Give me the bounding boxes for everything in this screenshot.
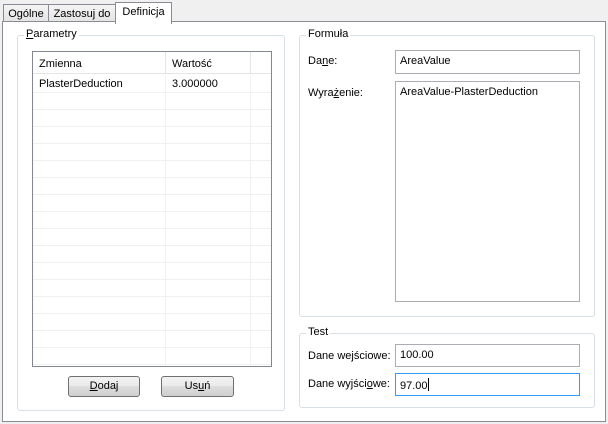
- cell-wartosc: 3.000000: [166, 76, 251, 93]
- empty-row: [33, 297, 271, 314]
- parameters-list[interactable]: Zmienna Wartość PlasterDeduction 3.00000…: [32, 51, 272, 367]
- column-header-empty: [251, 52, 271, 74]
- input-data-label: Dane wejściowe:: [308, 350, 391, 362]
- tab-panel-definicja: Parametry Zmienna Wartość PlasterDeducti…: [2, 21, 606, 422]
- empty-row: [33, 110, 271, 127]
- table-row[interactable]: PlasterDeduction 3.000000: [33, 76, 271, 93]
- formula-title: Formuła: [306, 28, 351, 40]
- column-header-zmienna[interactable]: Zmienna: [33, 52, 166, 74]
- output-data-label: Dane wyjściowe:: [308, 378, 390, 390]
- wyrazenie-textarea[interactable]: AreaValue-PlasterDeduction: [395, 81, 580, 302]
- empty-row: [33, 229, 271, 246]
- wyrazenie-label: Wyrażenie:: [308, 87, 363, 99]
- dane-input[interactable]: AreaValue: [395, 50, 580, 74]
- output-data-field[interactable]: 97.00: [395, 373, 580, 396]
- empty-row: [33, 127, 271, 144]
- column-header-wartosc[interactable]: Wartość: [166, 52, 251, 74]
- output-data-value: 97.00: [400, 380, 428, 392]
- empty-row: [33, 348, 271, 365]
- tab-label: Ogólne: [8, 8, 44, 20]
- dane-label: Dane:: [308, 55, 338, 67]
- tab-label: Definicja: [122, 6, 165, 18]
- empty-row: [33, 314, 271, 331]
- list-header: Zmienna Wartość: [33, 52, 271, 74]
- tab-label: Zastosuj do: [53, 8, 111, 20]
- test-title: Test: [306, 326, 331, 338]
- tab-definicja[interactable]: Definicja: [115, 2, 172, 24]
- cell-zmienna: PlasterDeduction: [33, 76, 166, 93]
- empty-row: [33, 144, 271, 161]
- text-caret: [427, 378, 429, 391]
- empty-row: [33, 280, 271, 297]
- add-button[interactable]: Dodaj: [68, 376, 140, 397]
- parametry-title: Parametry: [24, 28, 79, 40]
- empty-row: [33, 93, 271, 110]
- empty-row: [33, 212, 271, 229]
- empty-row: [33, 246, 271, 263]
- empty-row: [33, 331, 271, 348]
- empty-row: [33, 161, 271, 178]
- input-data-field[interactable]: 100.00: [395, 344, 580, 367]
- empty-row: [33, 178, 271, 195]
- remove-button[interactable]: Usuń: [161, 376, 234, 397]
- empty-row: [33, 195, 271, 212]
- empty-row: [33, 263, 271, 280]
